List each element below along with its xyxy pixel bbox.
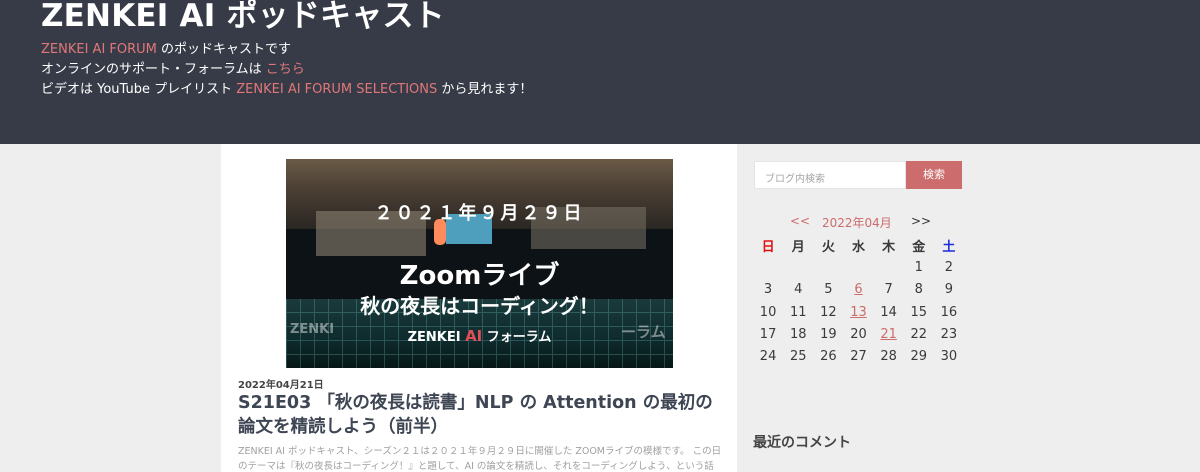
calendar-day: 16 xyxy=(940,304,958,320)
calendar-day xyxy=(753,256,783,278)
calendar-day: 12 xyxy=(820,304,837,320)
description-line-1: ZENKEI AI FORUM のポッドキャストです xyxy=(41,40,1200,60)
calendar-day: 27 xyxy=(850,349,867,365)
support-forum-link[interactable]: こちら xyxy=(266,62,305,77)
calendar-day: 1 xyxy=(914,259,923,275)
thumbnail-brand: ZENKEI AI フォーラム xyxy=(286,326,673,345)
blog-search-input[interactable]: ブログ内検索 xyxy=(754,161,906,189)
calendar-day: 10 xyxy=(759,304,777,320)
calendar-day: 2 xyxy=(944,259,954,275)
calendar-next-month[interactable]: >> xyxy=(911,214,931,228)
calendar-day-link[interactable]: 21 xyxy=(874,323,904,345)
calendar-day-link[interactable]: 6 xyxy=(843,279,873,301)
search-button[interactable]: 検索 xyxy=(906,161,962,189)
post-excerpt: ZENKEI AI ポッドキャスト、シーズン２１は２０２１年９月２９日に開催した… xyxy=(238,446,722,472)
weekday-sat: 土 xyxy=(942,239,956,255)
weekday-mon: 月 xyxy=(791,239,805,255)
site-header: ZENKEI AI ポッドキャスト ZENKEI AI FORUM のポッドキャ… xyxy=(0,0,1200,144)
calendar-week: 1 2 xyxy=(753,256,964,278)
description-text-3a: ビデオは YouTube プレイリスト xyxy=(41,82,237,97)
calendar-day: 26 xyxy=(820,349,837,365)
site-title[interactable]: ZENKEI AI ポッドキャスト xyxy=(41,0,1200,32)
calendar-week: 10 11 12 13 14 15 16 xyxy=(753,301,964,323)
site-description: ZENKEI AI FORUM のポッドキャストです オンラインのサポート・フォ… xyxy=(41,40,1200,100)
calendar-day: 5 xyxy=(824,282,833,298)
calendar-week: 17 18 19 20 21 22 23 xyxy=(753,323,964,345)
weekday-tue: 火 xyxy=(821,239,835,255)
calendar-day xyxy=(843,256,873,278)
calendar-day: 11 xyxy=(789,304,807,320)
description-line-3: ビデオは YouTube プレイリスト ZENKEI AI FORUM SELE… xyxy=(41,80,1200,100)
calendar-day xyxy=(874,256,904,278)
calendar-day: 15 xyxy=(910,304,928,320)
weekday-fri: 金 xyxy=(912,239,926,255)
thumbnail-date: ２０２１年９月２９日 xyxy=(374,203,585,224)
calendar-day: 14 xyxy=(880,304,897,320)
post-thumbnail[interactable]: ２０２１年９月２９日 Zoomライブ 秋の夜長はコーディング！ ZENKEI A… xyxy=(286,159,673,368)
calendar-day: 30 xyxy=(940,349,958,365)
description-text-2: オンラインのサポート・フォーラムは xyxy=(41,62,266,77)
calendar-day: 4 xyxy=(794,282,803,298)
calendar-day: 18 xyxy=(789,326,807,342)
calendar-grid: 日 月 火 水 木 金 土 1 2 3 4 5 6 7 8 9 10 11 12… xyxy=(753,234,964,368)
calendar-prev-month[interactable]: << xyxy=(790,214,810,228)
calendar-day: 24 xyxy=(759,349,777,365)
weekday-wed: 水 xyxy=(851,239,865,255)
calendar-day: 28 xyxy=(880,349,897,365)
post-card: ２０２１年９月２９日 Zoomライブ 秋の夜長はコーディング！ ZENKEI A… xyxy=(221,144,737,472)
brand-prefix: ZENKEI xyxy=(407,330,466,345)
weekday-sun: 日 xyxy=(761,239,775,255)
description-text-3b: から見れます！ xyxy=(437,82,533,97)
calendar-day: 20 xyxy=(850,326,867,342)
weekday-thu: 木 xyxy=(882,239,896,255)
post-title[interactable]: S21E03 「秋の夜長は読書」NLP の Attention の最初の論文を精… xyxy=(238,391,728,439)
thumbnail-side-text-left: ZENKI xyxy=(290,322,335,337)
youtube-playlist-link[interactable]: ZENKEI AI FORUM SELECTIONS xyxy=(236,82,437,97)
calendar-day xyxy=(813,256,843,278)
calendar-day: 23 xyxy=(940,326,958,342)
calendar-day: 22 xyxy=(910,326,928,342)
calendar-day xyxy=(783,256,813,278)
brand-suffix: フォーラム xyxy=(482,330,552,345)
calendar-day-link[interactable]: 13 xyxy=(843,301,873,323)
calendar-day: 25 xyxy=(789,349,807,365)
calendar-week: 24 25 26 27 28 29 30 xyxy=(753,345,964,367)
calendar-day: 8 xyxy=(914,282,923,298)
thumbnail-subtitle: 秋の夜長はコーディング！ xyxy=(360,294,599,318)
forum-link[interactable]: ZENKEI AI FORUM xyxy=(41,42,157,57)
calendar-weekday-row: 日 月 火 水 木 金 土 xyxy=(753,234,964,256)
post-date: 2022年04月21日 xyxy=(238,380,324,391)
description-text-1: のポッドキャストです xyxy=(156,42,292,57)
calendar-month-title[interactable]: 2022年04月 xyxy=(822,214,892,231)
calendar-day: 29 xyxy=(910,349,928,365)
calendar-day: 19 xyxy=(820,326,837,342)
thumbnail-title: Zoomライブ xyxy=(399,261,560,291)
calendar-day: 17 xyxy=(759,326,777,342)
thumbnail-side-text-right: ーラム xyxy=(621,323,666,341)
calendar-day: 9 xyxy=(944,282,954,298)
description-line-2: オンラインのサポート・フォーラムは こちら xyxy=(41,60,1200,80)
calendar-day: 7 xyxy=(884,282,893,298)
calendar-day: 3 xyxy=(763,282,773,298)
brand-ai: AI xyxy=(465,327,483,345)
calendar-week: 3 4 5 6 7 8 9 xyxy=(753,279,964,301)
main-area: ２０２１年９月２９日 Zoomライブ 秋の夜長はコーディング！ ZENKEI A… xyxy=(0,144,1200,472)
recent-comments-heading: 最近のコメント xyxy=(753,435,851,451)
